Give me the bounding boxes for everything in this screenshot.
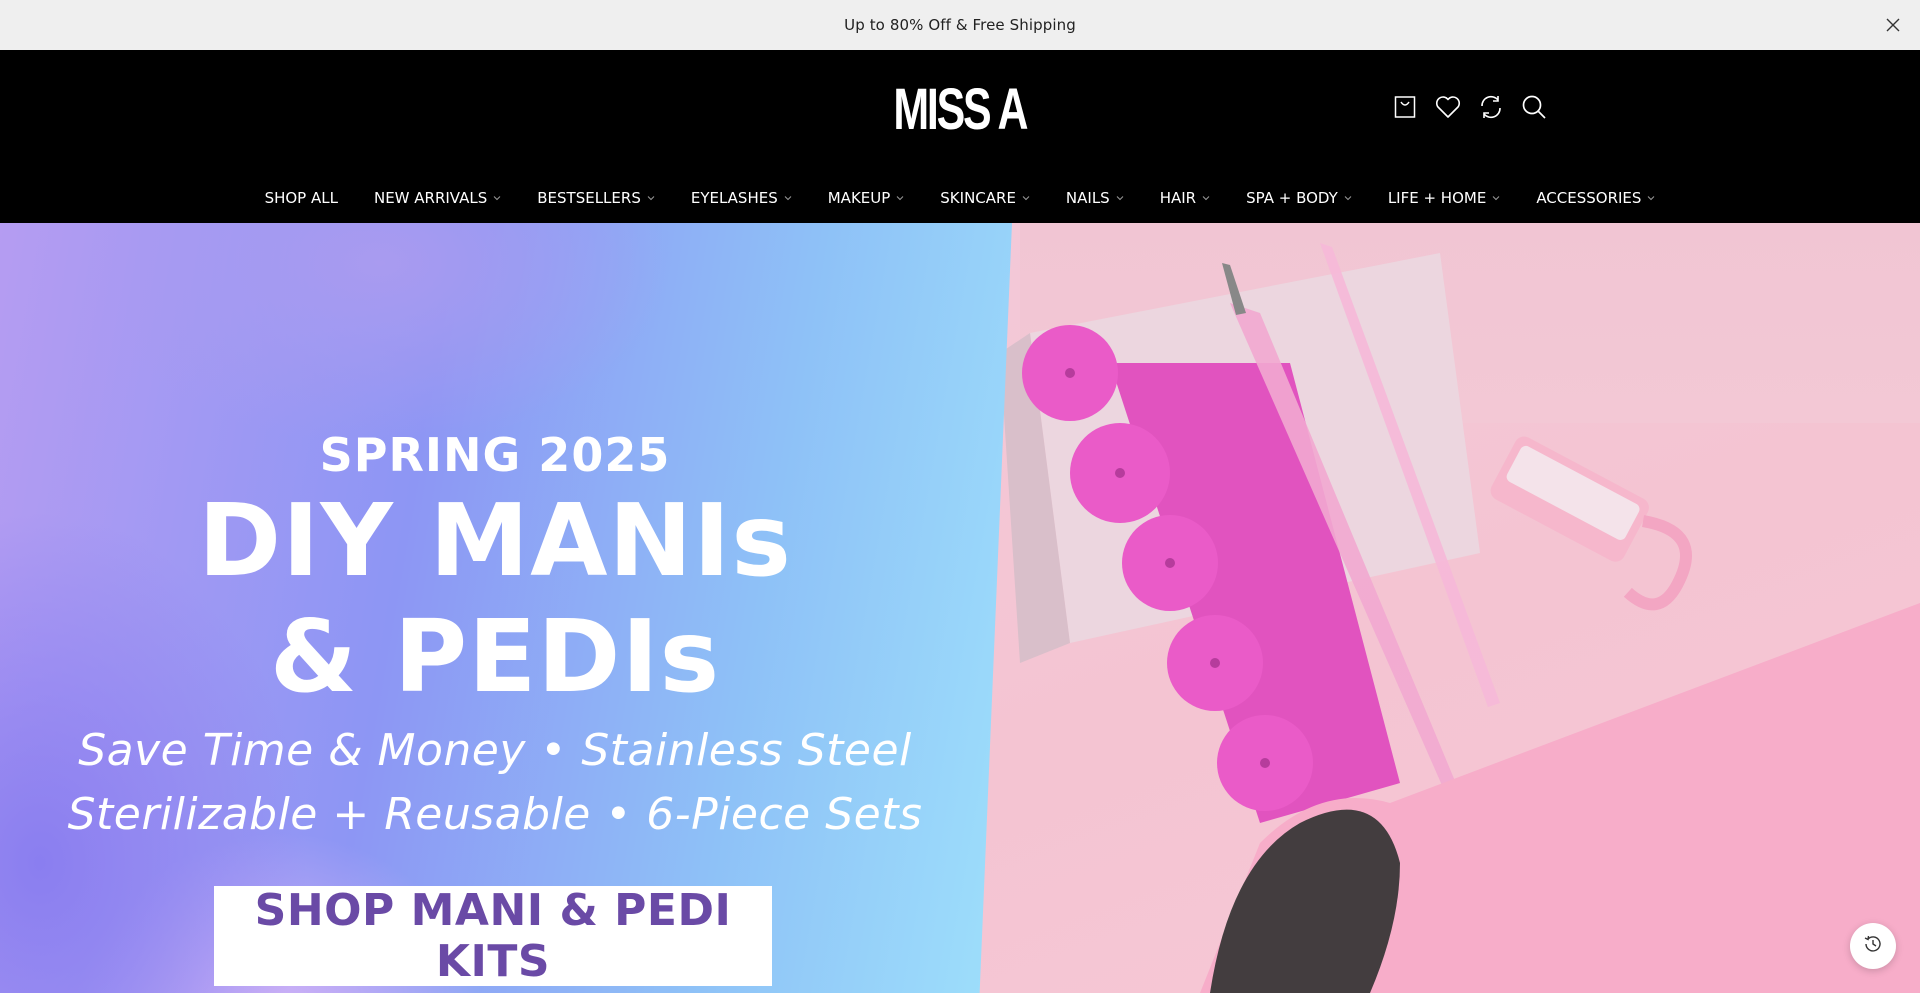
- chevron-down-icon: [784, 194, 792, 202]
- nav-label: MAKEUP: [827, 189, 891, 207]
- nav-label: SHOP ALL: [264, 189, 338, 207]
- announcement-text: Up to 80% Off & Free Shipping: [844, 16, 1076, 34]
- chevron-down-icon: [1344, 194, 1352, 202]
- nav-label: NEW ARRIVALS: [373, 189, 488, 207]
- hero-title-line1: DIY MANIs: [198, 482, 792, 599]
- cta-label: SHOP MANI & PEDI KITS: [254, 885, 732, 987]
- history-clock-icon: [1862, 933, 1884, 959]
- hero-banner[interactable]: SPRING 2025 DIY MANIs & PEDIs Save Time …: [0, 223, 1920, 993]
- main-nav: SHOP ALL NEW ARRIVALS BESTSELLERS EYELAS…: [0, 183, 1920, 213]
- nail-tools-illustration: [1000, 243, 1920, 993]
- search-icon[interactable]: [1521, 94, 1547, 120]
- nav-item-skincare[interactable]: SKINCARE: [940, 189, 1030, 207]
- logo[interactable]: MISS A: [894, 78, 1029, 142]
- announcement-bar: Up to 80% Off & Free Shipping: [0, 0, 1920, 50]
- logo-text: MISS A: [893, 77, 1029, 142]
- chevron-down-icon: [647, 194, 655, 202]
- nav-item-nails[interactable]: NAILS: [1066, 189, 1124, 207]
- hero-title-line2: & PEDIs: [269, 598, 721, 715]
- nav-label: HAIR: [1159, 189, 1197, 207]
- nav-label: NAILS: [1065, 189, 1110, 207]
- hero-text: SPRING 2025 DIY MANIs & PEDIs Save Time …: [0, 223, 990, 993]
- nav-label: EYELASHES: [690, 189, 778, 207]
- nav-item-eyelashes[interactable]: EYELASHES: [691, 189, 792, 207]
- nav-item-shop-all[interactable]: SHOP ALL: [265, 189, 338, 207]
- nav-label: SKINCARE: [940, 189, 1016, 207]
- site-header: MISS A SHOP ALL NEW ARRIVALS BESTSELLERS…: [0, 50, 1920, 223]
- nav-item-makeup[interactable]: MAKEUP: [828, 189, 905, 207]
- nav-label: LIFE + HOME: [1387, 189, 1487, 207]
- chevron-down-icon: [493, 194, 501, 202]
- recently-viewed-button[interactable]: [1850, 923, 1896, 969]
- hero-subtitle-line2: Sterilizable + Reusable • 6-Piece Sets: [67, 789, 923, 840]
- wishlist-heart-icon[interactable]: [1435, 94, 1461, 120]
- nav-label: SPA + BODY: [1246, 189, 1338, 207]
- chevron-down-icon: [1022, 194, 1030, 202]
- close-icon[interactable]: [1880, 12, 1906, 38]
- chevron-down-icon: [1116, 194, 1124, 202]
- nav-label: ACCESSORIES: [1536, 189, 1642, 207]
- nav-item-new-arrivals[interactable]: NEW ARRIVALS: [374, 189, 501, 207]
- compare-refresh-icon[interactable]: [1478, 94, 1504, 120]
- hero-season: SPRING 2025: [319, 428, 671, 482]
- chevron-down-icon: [1647, 194, 1655, 202]
- shop-mani-pedi-kits-button[interactable]: SHOP MANI & PEDI KITS: [214, 885, 772, 987]
- nav-label: BESTSELLERS: [537, 189, 641, 207]
- nav-item-bestsellers[interactable]: BESTSELLERS: [537, 189, 655, 207]
- nav-item-life-home[interactable]: LIFE + HOME: [1388, 189, 1501, 207]
- nav-item-hair[interactable]: HAIR: [1160, 189, 1210, 207]
- hero-product-photo: [960, 223, 1920, 993]
- nav-item-accessories[interactable]: ACCESSORIES: [1536, 189, 1655, 207]
- chevron-down-icon: [1492, 194, 1500, 202]
- header-icons: [1392, 94, 1547, 120]
- chevron-down-icon: [896, 194, 904, 202]
- cart-icon[interactable]: [1392, 94, 1418, 120]
- hero-subtitle-line1: Save Time & Money • Stainless Steel: [78, 725, 912, 776]
- nav-item-spa-body[interactable]: SPA + BODY: [1246, 189, 1352, 207]
- chevron-down-icon: [1202, 194, 1210, 202]
